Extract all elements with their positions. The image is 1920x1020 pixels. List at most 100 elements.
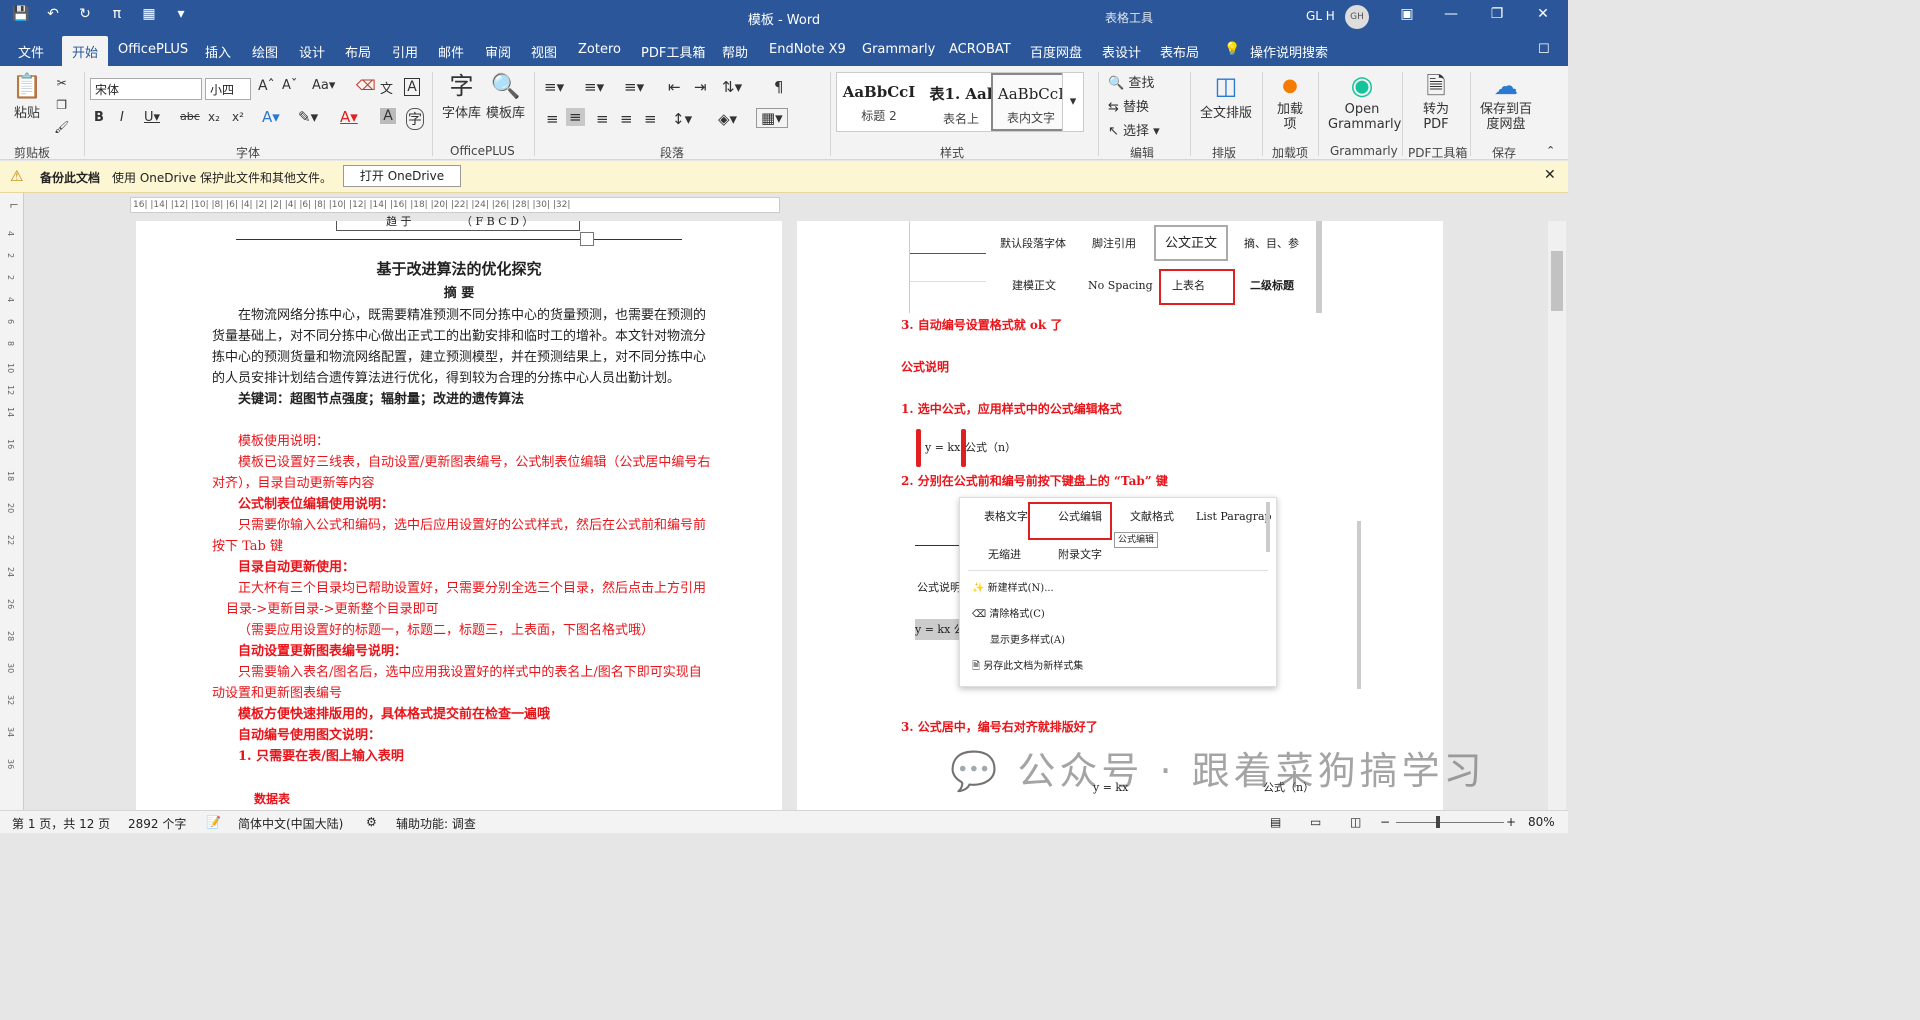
zoom-slider-thumb[interactable] [1436,816,1440,828]
tab-acrobat[interactable]: ACROBAT [949,42,1011,57]
close-icon[interactable]: ✕ [1528,6,1558,22]
align-left-icon[interactable]: ≡ [546,110,559,128]
save-to-baidu-button[interactable]: ☁ 保存到百度网盘 [1478,72,1534,132]
accessibility-icon[interactable]: ⚙ [366,815,377,829]
restore-icon[interactable]: ❐ [1482,6,1512,22]
clear-format-icon[interactable]: ⌫ [356,78,376,94]
cut-icon[interactable]: ✂ [54,72,69,94]
user-name[interactable]: GL H [1306,9,1335,23]
distributed-icon[interactable]: ≡ [644,110,657,128]
numbering-icon[interactable]: ≡▾ [584,78,604,96]
proofing-icon[interactable]: 📝 [206,815,221,829]
subscript-icon[interactable]: x₂ [208,110,220,124]
tab-review[interactable]: 审阅 [485,42,511,61]
style-heading-2[interactable]: AaBbCcI 标题 2 [839,73,919,131]
replace-button[interactable]: ⇆ 替换 [1108,96,1149,115]
page-count[interactable]: 第 1 页，共 12 页 [12,815,110,832]
char-border-icon[interactable]: A [404,78,420,96]
menu-save-style-set[interactable]: 🗎 另存此文档为新样式集 [972,656,1083,677]
italic-icon[interactable]: I [120,110,124,125]
vertical-scrollbar[interactable] [1548,221,1566,810]
style-item[interactable]: 附录文字 [1058,544,1102,565]
style-table-text[interactable]: AaBbCcI 表内文字 [991,73,1071,131]
tab-design[interactable]: 设计 [299,42,325,61]
copy-icon[interactable]: ❐ [54,94,69,116]
avatar[interactable]: GH [1345,5,1369,29]
convert-pdf-button[interactable]: 🗎 转为PDF [1414,72,1458,132]
open-grammarly-button[interactable]: ◉ Open Grammarly [1328,72,1401,132]
style-gallery-more-icon[interactable]: ▾ [1062,72,1084,132]
horizontal-ruler[interactable]: 16| |14| |12| |10| |8| |6| |4| |2| |2| |… [130,197,780,213]
share-icon[interactable]: ☐ [1538,42,1550,57]
tab-pdf-toolbox[interactable]: PDF工具箱 [641,42,705,61]
collapse-ribbon-icon[interactable]: ⌃ [1546,144,1555,157]
find-button[interactable]: 🔍 查找 [1108,72,1154,91]
strikethrough-icon[interactable]: abc [180,110,200,123]
tab-insert[interactable]: 插入 [205,42,231,61]
borders-icon[interactable]: ▦▾ [756,108,788,128]
tab-mailings[interactable]: 邮件 [438,42,464,61]
shading-icon[interactable]: ◈▾ [718,110,737,128]
language[interactable]: 简体中文(中国大陆) [238,815,343,832]
phonetic-icon[interactable]: 文 [380,78,393,97]
read-mode-icon[interactable]: ▤ [1270,815,1281,829]
word-count[interactable]: 2892 个字 [128,815,186,832]
minimize-icon[interactable]: — [1436,6,1466,22]
font-library-button[interactable]: 字 字体库 [442,72,481,121]
tab-view[interactable]: 视图 [531,42,557,61]
select-button[interactable]: ↖ 选择 ▾ [1108,120,1160,139]
underline-icon[interactable]: U▾ [144,110,160,125]
grow-font-icon[interactable]: Aˆ [258,78,275,94]
align-center-icon[interactable]: ≡ [566,108,585,126]
menu-more-styles[interactable]: 显示更多样式(A) [990,630,1065,651]
tab-draw[interactable]: 绘图 [252,42,278,61]
justify-icon[interactable]: ≡ [620,110,633,128]
line-spacing-icon[interactable]: ↕▾ [672,110,692,128]
menu-clear-format[interactable]: ⌫ 清除格式(C) [972,604,1045,625]
char-shading-icon[interactable]: A [380,108,396,124]
tab-officeplus[interactable]: OfficePLUS [118,42,188,57]
right-page[interactable]: 默认段落字体 脚注引用 公文正文 摘、目、参 建模正文 No Spacing 上… [797,221,1443,810]
highlight-icon[interactable]: ✎▾ [298,108,318,126]
style-item[interactable]: List Paragraph [1196,506,1272,527]
sort-icon[interactable]: ⇅▾ [722,78,742,96]
scroll-thumb[interactable] [1551,251,1563,311]
zoom-out-icon[interactable]: − [1380,815,1390,829]
style-table-title[interactable]: 表1. Aal 表名上 [921,73,1001,131]
tab-home[interactable]: 开始 [62,36,109,66]
left-page[interactable]: 趋 于 （ F B C D ） 基于改进算法的优化探究 摘 要 在物流网络分拣中… [136,215,782,810]
tab-endnote[interactable]: EndNote X9 [769,42,846,57]
menu-new-style[interactable]: ✨ 新建样式(N)... [972,578,1054,599]
shrink-font-icon[interactable]: Aˇ [282,78,297,93]
font-size-select[interactable]: 小四 [205,78,251,100]
style-item[interactable]: 表格文字 [984,506,1028,527]
enclose-char-icon[interactable]: 字 [406,108,424,130]
style-item[interactable]: 无缩进 [988,544,1021,565]
bullets-icon[interactable]: ≡▾ [544,78,564,96]
template-library-button[interactable]: 🔍 模板库 [486,72,525,121]
decrease-indent-icon[interactable]: ⇤ [668,78,681,96]
tab-layout[interactable]: 布局 [345,42,371,61]
tab-table-design[interactable]: 表设计 [1102,42,1141,61]
ruler-corner-icon[interactable]: └ [4,201,17,208]
increase-indent-icon[interactable]: ⇥ [694,78,707,96]
format-painter-icon[interactable]: 🖌 [54,116,69,138]
print-layout-icon[interactable]: ▭ [1310,815,1321,829]
tab-table-layout[interactable]: 表布局 [1160,42,1199,61]
open-onedrive-button[interactable]: 打开 OneDrive [343,165,461,187]
paste-button[interactable]: 📋 粘贴 [12,72,42,121]
close-icon[interactable]: ✕ [1544,167,1556,183]
font-family-select[interactable]: 宋体 [90,78,202,100]
ribbon-display-icon[interactable]: ▣ [1392,6,1422,22]
tab-references[interactable]: 引用 [392,42,418,61]
tab-baidu-pan[interactable]: 百度网盘 [1030,42,1082,61]
align-right-icon[interactable]: ≡ [596,110,609,128]
style-item[interactable]: 文献格式 [1130,506,1174,527]
tab-file[interactable]: 文件 [18,42,44,61]
multilevel-list-icon[interactable]: ≡▾ [624,78,644,96]
tab-grammarly[interactable]: Grammarly [862,42,935,57]
show-marks-icon[interactable]: ¶ [774,78,784,96]
superscript-icon[interactable]: x² [232,110,244,124]
zoom-in-icon[interactable]: + [1506,815,1516,829]
table-resize-handle[interactable] [580,232,594,246]
